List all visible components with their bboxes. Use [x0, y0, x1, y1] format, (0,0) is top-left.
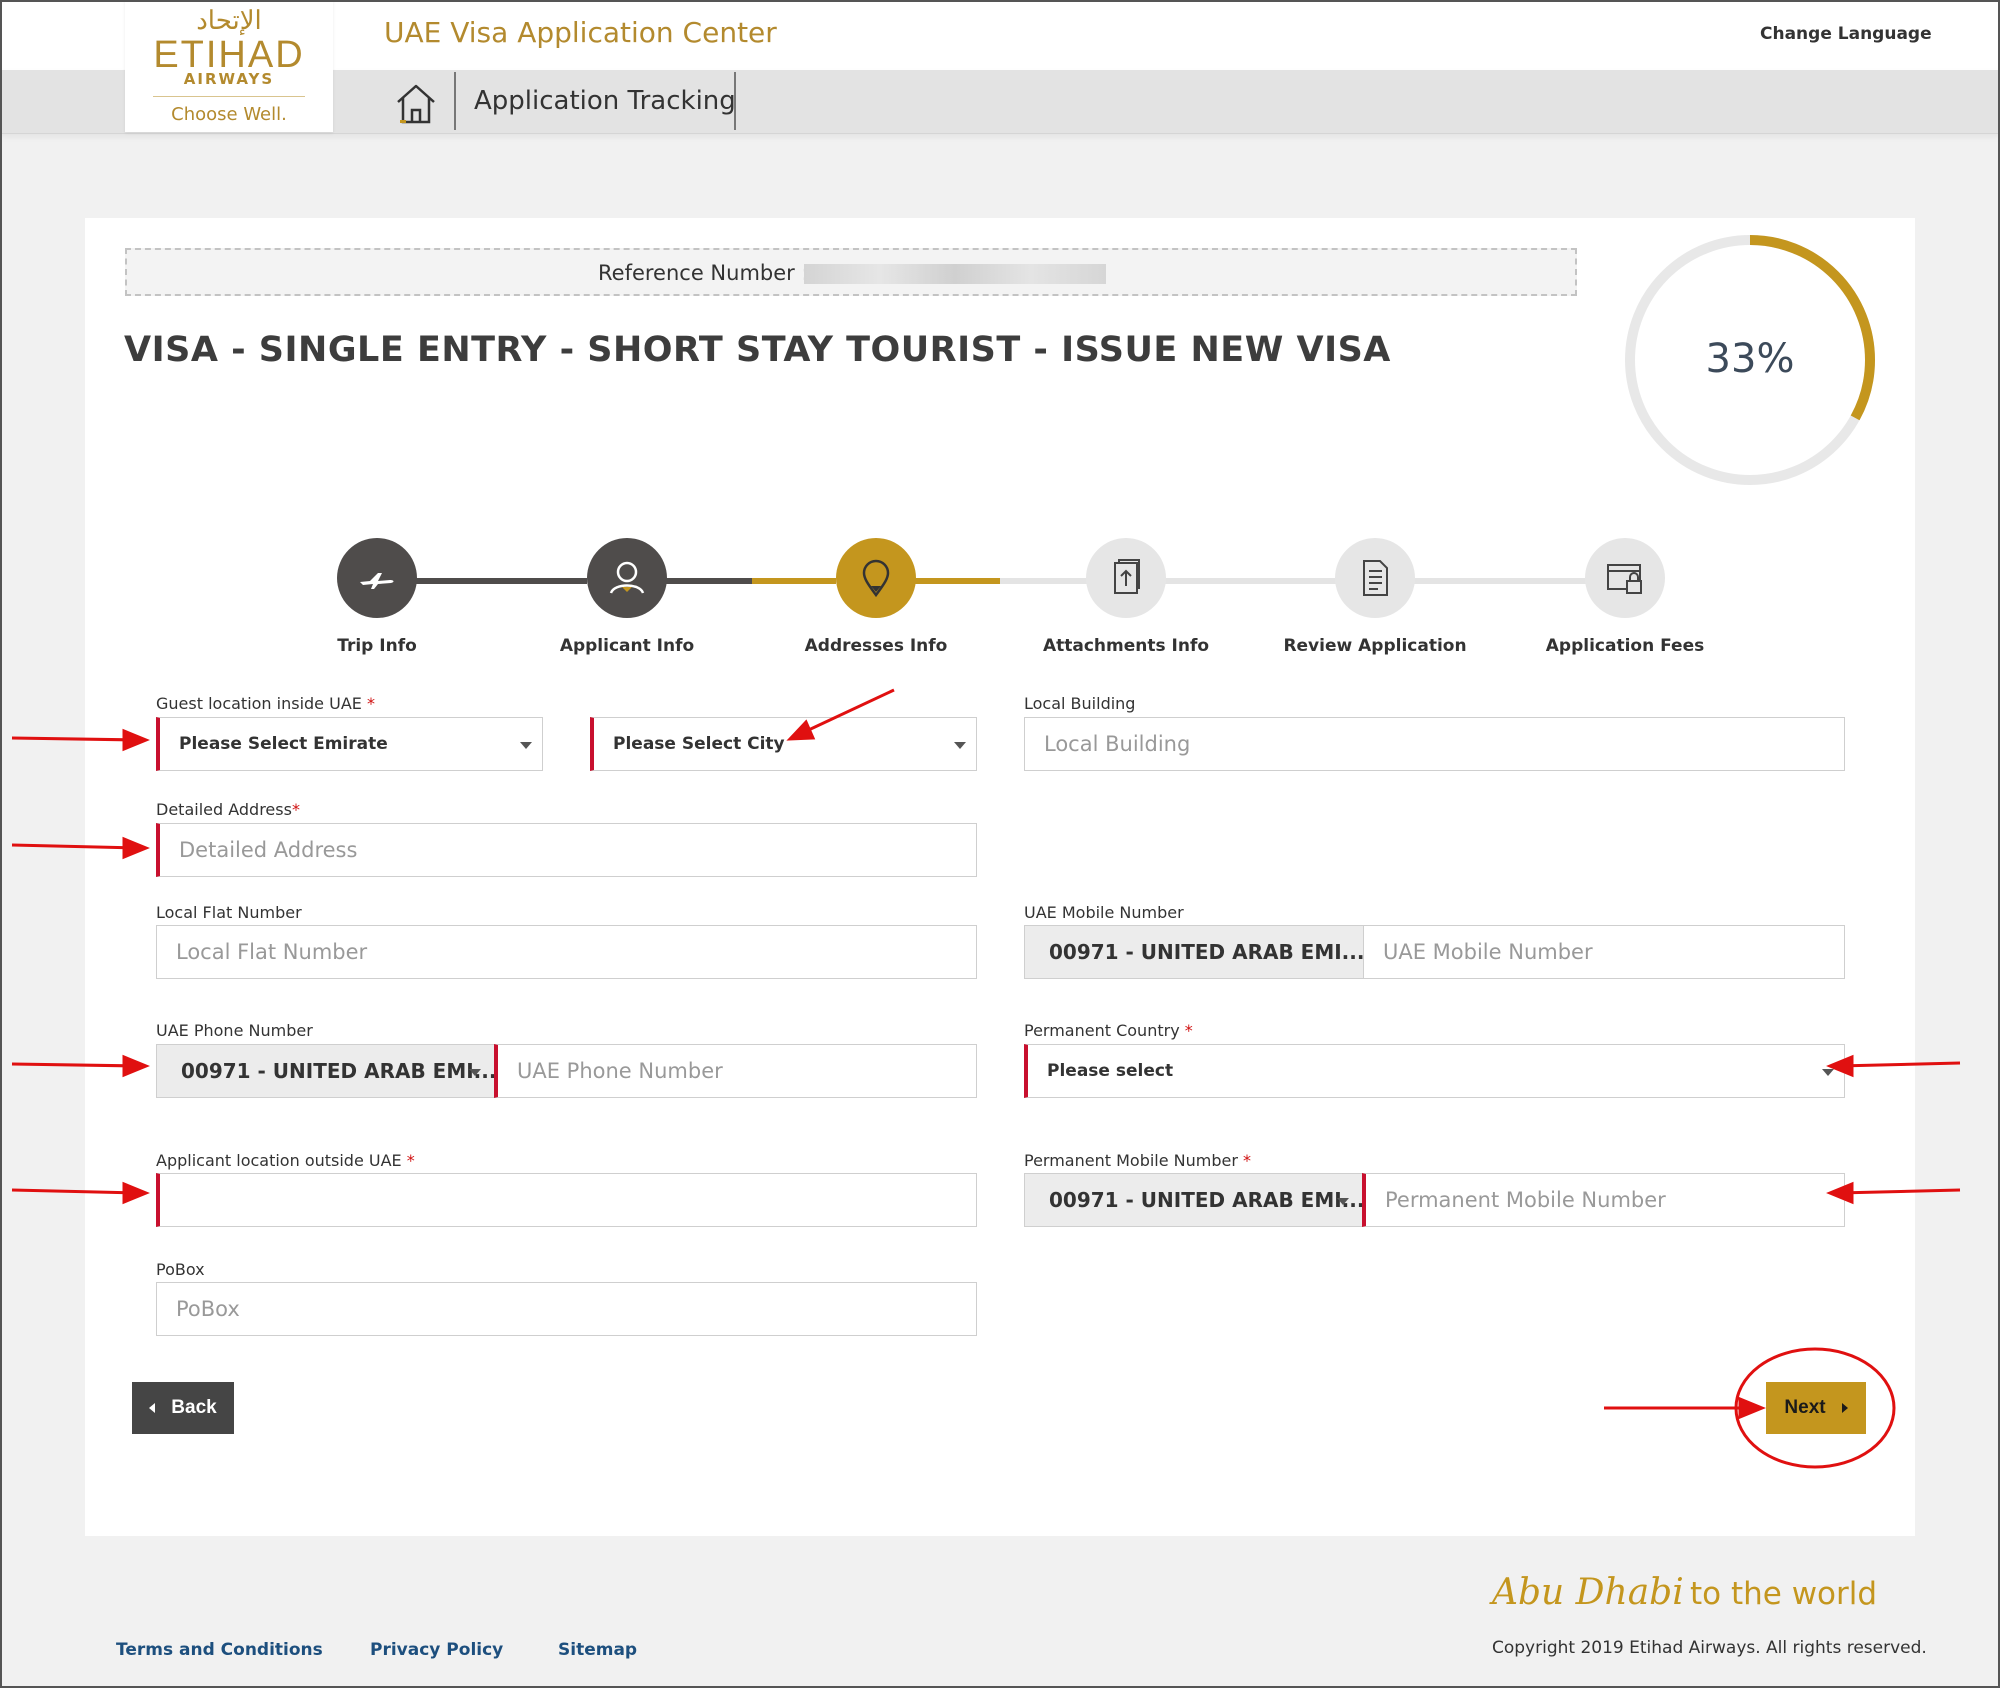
location-pin-icon: [862, 559, 890, 598]
step-trip-info[interactable]: [337, 538, 417, 618]
caret-left-icon: [149, 1403, 156, 1413]
step-review-application[interactable]: [1335, 538, 1415, 618]
nav-separator: [454, 72, 456, 130]
reference-value-redacted: [804, 264, 1106, 284]
footer-link-sitemap[interactable]: Sitemap: [558, 1640, 637, 1660]
footer-link-privacy[interactable]: Privacy Policy: [370, 1640, 503, 1660]
required-mark: *: [1184, 1021, 1193, 1040]
chevron-down-icon: [520, 742, 532, 749]
step-label: Addresses Info: [804, 636, 948, 656]
required-mark: *: [366, 694, 375, 713]
chevron-down-icon: [954, 742, 966, 749]
step-label: Trip Info: [337, 636, 417, 656]
permanent-mobile-country-code[interactable]: 00971 - UNITED ARAB EMI...: [1024, 1173, 1364, 1227]
slogan-script: Abu Dhabi: [1492, 1572, 1684, 1613]
upload-document-icon: [1114, 559, 1140, 594]
uae-phone-number-input[interactable]: UAE Phone Number: [494, 1044, 977, 1098]
required-mark: *: [1243, 1151, 1252, 1170]
home-button[interactable]: [392, 80, 440, 128]
back-button[interactable]: Back: [132, 1382, 234, 1434]
local-building-input[interactable]: Local Building: [1024, 717, 1845, 771]
chevron-down-icon: [1337, 1198, 1349, 1205]
uae-mobile-number-input[interactable]: UAE Mobile Number: [1363, 925, 1845, 979]
logo-arabic-text: الإتحاد: [196, 6, 262, 36]
visa-title: VISA - SINGLE ENTRY - SHORT STAY TOURIST…: [124, 330, 1391, 370]
uae-phone-country-code[interactable]: 00971 - UNITED ARAB EMI...: [156, 1044, 496, 1098]
local-flat-number-label: Local Flat Number: [156, 903, 302, 922]
required-mark: *: [406, 1151, 415, 1170]
pobox-input[interactable]: PoBox: [156, 1282, 977, 1336]
local-building-label: Local Building: [1024, 694, 1136, 713]
guest-location-label: Guest location inside UAE *: [156, 694, 375, 713]
site-title: UAE Visa Application Center: [384, 16, 777, 49]
progress-percent: 33%: [1705, 336, 1795, 382]
step-applicant-info[interactable]: [587, 538, 667, 618]
logo-subtitle: AIRWAYS: [183, 70, 275, 88]
logo-tagline: Choose Well.: [171, 104, 287, 125]
permanent-mobile-number-label: Permanent Mobile Number *: [1024, 1151, 1252, 1170]
caret-right-icon: [1841, 1403, 1848, 1413]
step-label: Review Application: [1283, 636, 1467, 656]
step-connector: [752, 578, 836, 584]
slogan-text: to the world: [1690, 1576, 1878, 1612]
detailed-address-input[interactable]: Detailed Address: [156, 823, 977, 877]
applicant-location-outside-label: Applicant location outside UAE *: [156, 1151, 415, 1170]
chevron-down-icon: [469, 1069, 481, 1076]
copyright-text: Copyright 2019 Etihad Airways. All right…: [1492, 1638, 1927, 1658]
permanent-country-label: Permanent Country *: [1024, 1021, 1193, 1040]
step-attachments-info[interactable]: [1086, 538, 1166, 618]
locked-card-icon: [1607, 564, 1642, 594]
uae-mobile-country-code[interactable]: 00971 - UNITED ARAB EMI...: [1024, 925, 1364, 979]
document-icon: [1363, 560, 1388, 596]
uae-mobile-number-label: UAE Mobile Number: [1024, 903, 1184, 922]
applicant-location-outside-input[interactable]: [156, 1173, 977, 1227]
step-addresses-info[interactable]: [836, 538, 916, 618]
footer-link-terms[interactable]: Terms and Conditions: [116, 1640, 323, 1660]
reference-label: Reference Number :: [598, 261, 809, 285]
permanent-country-select[interactable]: Please select: [1024, 1044, 1845, 1098]
home-icon: [397, 84, 435, 124]
emirate-select[interactable]: Please Select Emirate: [156, 717, 543, 771]
permanent-mobile-number-input[interactable]: Permanent Mobile Number: [1362, 1173, 1845, 1227]
local-flat-number-input[interactable]: Local Flat Number: [156, 925, 977, 979]
uae-phone-number-label: UAE Phone Number: [156, 1021, 313, 1040]
logo-divider: [153, 96, 305, 97]
airplane-icon: [360, 573, 394, 589]
detailed-address-label: Detailed Address*: [156, 800, 300, 819]
nav-separator: [734, 72, 736, 130]
etihad-logo[interactable]: الإتحاد ETIHAD AIRWAYS Choose Well.: [125, 0, 333, 132]
required-mark: *: [291, 800, 300, 819]
user-icon: [609, 561, 645, 594]
next-button[interactable]: Next: [1766, 1382, 1866, 1434]
chevron-down-icon: [1822, 1069, 1834, 1076]
step-application-fees[interactable]: [1585, 538, 1665, 618]
nav-application-tracking[interactable]: Application Tracking: [474, 86, 736, 116]
step-label: Application Fees: [1545, 636, 1705, 656]
step-label: Attachments Info: [1042, 636, 1210, 656]
step-label: Applicant Info: [559, 636, 695, 656]
change-language-link[interactable]: Change Language: [1760, 24, 1932, 44]
pobox-label: PoBox: [156, 1260, 205, 1279]
city-select[interactable]: Please Select City: [590, 717, 977, 771]
